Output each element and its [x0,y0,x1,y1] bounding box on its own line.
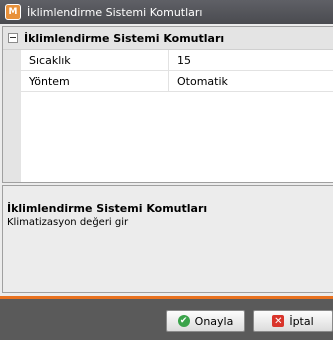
description-panel: İklimlendirme Sistemi Komutları Klimatiz… [2,185,333,293]
close-icon: ✕ [272,315,285,327]
confirm-button[interactable]: ✔ Onayla [166,310,245,332]
property-grid: İklimlendirme Sistemi Komutları Sıcaklık… [2,26,333,183]
collapse-icon[interactable] [8,33,18,43]
app-logo-icon: M [5,4,21,20]
temperature-value-field[interactable]: 15 [169,50,333,70]
property-name: Yöntem [21,71,169,91]
description-title: İklimlendirme Sistemi Komutları [7,202,208,215]
row-gutter [3,50,21,70]
property-category[interactable]: İklimlendirme Sistemi Komutları [3,27,333,50]
checkmark-icon: ✔ [177,315,190,327]
dialog-window: M İklimlendirme Sistemi Komutları İkliml… [0,0,333,340]
category-label: İklimlendirme Sistemi Komutları [24,31,225,45]
cancel-button-label: İptal [289,314,314,328]
row-gutter [3,71,21,91]
method-value-field[interactable]: Otomatik [169,71,333,91]
property-row-method[interactable]: Yöntem Otomatik [3,71,333,92]
title-bar: M İklimlendirme Sistemi Komutları [0,0,333,24]
cancel-button[interactable]: ✕ İptal [253,310,333,332]
grid-gutter [3,91,21,182]
confirm-button-label: Onayla [194,314,234,328]
window-title: İklimlendirme Sistemi Komutları [27,5,203,19]
description-text: Klimatizasyon değeri gir [7,217,129,228]
property-row-temperature[interactable]: Sıcaklık 15 [3,50,333,71]
property-name: Sıcaklık [21,50,169,70]
button-bar: ✔ Onayla ✕ İptal [0,299,333,340]
